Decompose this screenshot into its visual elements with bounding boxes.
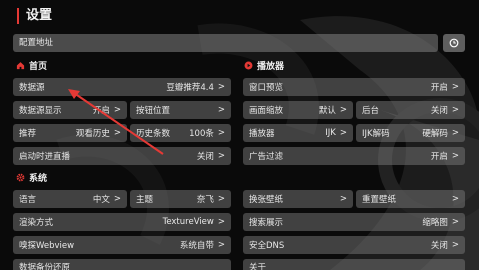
setting-value: 系统自带 bbox=[179, 241, 214, 251]
setting-value: 豆瓣推荐4.4 bbox=[166, 83, 214, 93]
page-title: 设置 bbox=[26, 8, 53, 23]
chevron-right-icon: > bbox=[113, 128, 121, 138]
setting-value: 缩略图 bbox=[422, 218, 448, 228]
chevron-right-icon: > bbox=[339, 194, 347, 204]
chevron-right-icon: > bbox=[451, 151, 459, 161]
setting-label: 按钮位置 bbox=[136, 106, 171, 116]
section-player: 播放器 bbox=[243, 59, 284, 72]
history-button[interactable] bbox=[443, 34, 465, 52]
config-address-label: 配置地址 bbox=[19, 38, 54, 48]
setting-label: 窗口预览 bbox=[249, 83, 284, 93]
chevron-right-icon: > bbox=[451, 240, 459, 250]
chevron-right-icon: > bbox=[451, 82, 459, 92]
chevron-right-icon: > bbox=[217, 82, 225, 92]
section-home-label: 首页 bbox=[29, 62, 48, 72]
section-system: 系统 bbox=[15, 171, 47, 184]
setting-row-render-mode[interactable]: 渲染方式 TextureView > bbox=[13, 213, 231, 231]
setting-value: TextureView bbox=[162, 217, 214, 227]
setting-row-data-source-display[interactable]: 数据源显示 开启 > bbox=[13, 101, 127, 119]
chevron-right-icon: > bbox=[217, 105, 225, 115]
setting-row-start-live[interactable]: 启动时进直播 关闭 > bbox=[13, 147, 231, 165]
setting-label: 嗅探Webview bbox=[19, 241, 75, 251]
chevron-right-icon: > bbox=[217, 217, 225, 227]
setting-label: IJK解码 bbox=[362, 129, 390, 139]
setting-row-language[interactable]: 语言 中文 > bbox=[13, 190, 127, 208]
setting-label: 数据备份还原 bbox=[19, 263, 71, 270]
setting-row-reset-wallpaper[interactable]: 重置壁纸 > bbox=[356, 190, 465, 208]
setting-label: 重置壁纸 bbox=[362, 195, 397, 205]
setting-row-theme[interactable]: 主题 奈飞 > bbox=[130, 190, 231, 208]
setting-row-sniff-webview[interactable]: 嗅探Webview 系统自带 > bbox=[13, 236, 231, 254]
setting-label: 安全DNS bbox=[249, 241, 285, 251]
setting-label: 语言 bbox=[19, 195, 37, 205]
setting-row-history-count[interactable]: 历史条数 100条 > bbox=[130, 124, 231, 142]
setting-label: 广告过滤 bbox=[249, 152, 284, 162]
setting-label: 数据源显示 bbox=[19, 106, 62, 116]
section-system-label: 系统 bbox=[29, 174, 48, 184]
setting-row-search-display[interactable]: 搜索展示 缩略图 > bbox=[243, 213, 465, 231]
chevron-right-icon: > bbox=[217, 151, 225, 161]
play-circle-icon bbox=[243, 61, 253, 71]
setting-value: 开启 bbox=[92, 106, 110, 116]
setting-row-scale[interactable]: 画面缩放 默认 > bbox=[243, 101, 353, 119]
setting-row-change-wallpaper[interactable]: 换张壁纸 > bbox=[243, 190, 353, 208]
setting-row-data-source[interactable]: 数据源 豆瓣推荐4.4 > bbox=[13, 78, 231, 96]
setting-value: 硬解码 bbox=[422, 129, 448, 139]
setting-label: 推荐 bbox=[19, 129, 37, 139]
config-address-field[interactable]: 配置地址 bbox=[13, 34, 438, 52]
setting-label: 画面缩放 bbox=[249, 106, 284, 116]
setting-value: 中文 bbox=[92, 195, 110, 205]
setting-row-backup-restore[interactable]: 数据备份还原 bbox=[13, 259, 231, 270]
setting-row-secure-dns[interactable]: 安全DNS 关闭 > bbox=[243, 236, 465, 254]
setting-value: 100条 bbox=[189, 129, 214, 139]
setting-value: 默认 bbox=[318, 106, 336, 116]
chevron-right-icon: > bbox=[217, 128, 225, 138]
chevron-right-icon: > bbox=[113, 105, 121, 115]
chevron-right-icon: > bbox=[451, 128, 459, 138]
setting-value: 开启 bbox=[430, 152, 448, 162]
setting-row-recommend[interactable]: 推荐 观看历史 > bbox=[13, 124, 127, 142]
setting-value: IJK bbox=[325, 128, 336, 138]
gear-icon bbox=[15, 173, 25, 183]
setting-label: 后台 bbox=[362, 106, 380, 116]
setting-value: 开启 bbox=[430, 83, 448, 93]
setting-value: 关闭 bbox=[196, 152, 214, 162]
chevron-right-icon: > bbox=[113, 194, 121, 204]
setting-row-about[interactable]: 关于 bbox=[243, 259, 465, 270]
setting-value: 奈飞 bbox=[196, 195, 214, 205]
setting-row-ad-filter[interactable]: 广告过滤 开启 > bbox=[243, 147, 465, 165]
chevron-right-icon: > bbox=[217, 240, 225, 250]
chevron-right-icon: > bbox=[451, 194, 459, 204]
chevron-right-icon: > bbox=[339, 105, 347, 115]
setting-label: 换张壁纸 bbox=[249, 195, 284, 205]
setting-row-button-position[interactable]: 按钮位置 > bbox=[130, 101, 231, 119]
setting-label: 渲染方式 bbox=[19, 218, 54, 228]
section-player-label: 播放器 bbox=[257, 62, 285, 72]
setting-value: 观看历史 bbox=[75, 129, 110, 139]
setting-label: 播放器 bbox=[249, 129, 275, 139]
setting-label: 历史条数 bbox=[136, 129, 171, 139]
history-icon bbox=[449, 38, 459, 48]
chevron-right-icon: > bbox=[339, 128, 347, 138]
setting-label: 数据源 bbox=[19, 83, 45, 93]
setting-label: 关于 bbox=[249, 263, 267, 270]
setting-row-window-preview[interactable]: 窗口预览 开启 > bbox=[243, 78, 465, 96]
title-accent-bar bbox=[17, 8, 19, 24]
chevron-right-icon: > bbox=[451, 105, 459, 115]
section-home: 首页 bbox=[15, 59, 47, 72]
chevron-right-icon: > bbox=[451, 217, 459, 227]
setting-label: 主题 bbox=[136, 195, 154, 205]
setting-row-ijk-decode[interactable]: IJK解码 硬解码 > bbox=[356, 124, 465, 142]
setting-label: 搜索展示 bbox=[249, 218, 284, 228]
setting-value: 关闭 bbox=[430, 241, 448, 251]
setting-label: 启动时进直播 bbox=[19, 152, 71, 162]
setting-value: 关闭 bbox=[430, 106, 448, 116]
setting-row-background[interactable]: 后台 关闭 > bbox=[356, 101, 465, 119]
setting-row-player[interactable]: 播放器 IJK > bbox=[243, 124, 353, 142]
home-icon bbox=[15, 61, 25, 71]
chevron-right-icon: > bbox=[217, 194, 225, 204]
